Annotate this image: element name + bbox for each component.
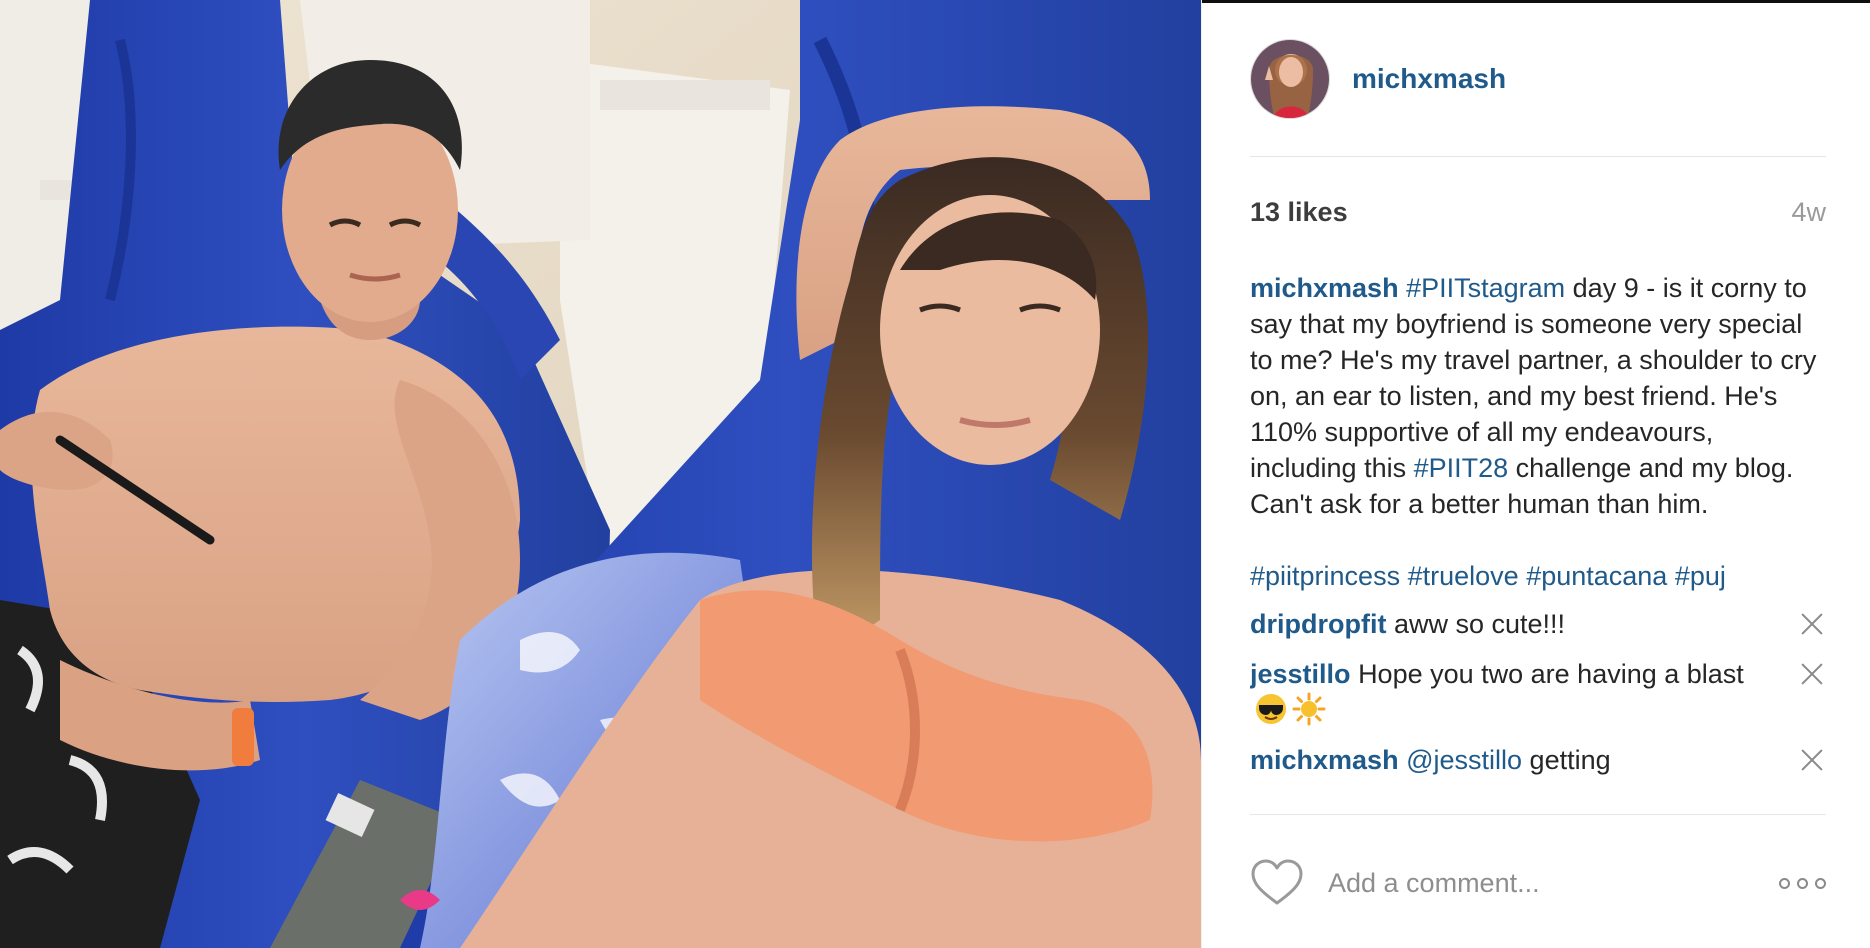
hashtag-link[interactable]: #piitprincess <box>1250 561 1400 591</box>
post-author-username[interactable]: michxmash <box>1352 63 1506 95</box>
close-icon[interactable] <box>1798 746 1826 774</box>
avatar-image <box>1251 40 1329 118</box>
comment-item: michxmash @jesstillo getting <box>1250 742 1826 778</box>
heart-icon[interactable] <box>1250 858 1304 908</box>
caption-hashtag[interactable]: #PIITstagram <box>1406 273 1565 303</box>
sun-emoji <box>1292 692 1326 726</box>
likes-row: 13 likes 4w <box>1250 197 1826 228</box>
post-details-panel: michxmash 13 likes 4w michxmash #PIITsta… <box>1201 0 1870 948</box>
sunglasses-face-emoji <box>1256 694 1286 724</box>
hashtag-link[interactable]: #truelove <box>1408 561 1519 591</box>
wristband <box>232 708 254 766</box>
likes-count[interactable]: 13 likes <box>1250 197 1348 228</box>
caption-text: day 9 - is it corny to say that my boyfr… <box>1250 273 1817 483</box>
hashtag-link[interactable]: #puj <box>1675 561 1726 591</box>
comment-text: getting <box>1529 745 1611 775</box>
more-dot <box>1815 877 1826 889</box>
more-dot <box>1779 877 1790 889</box>
more-dot <box>1797 877 1808 889</box>
more-options-icon[interactable] <box>1779 872 1826 895</box>
add-comment-input[interactable] <box>1328 861 1748 905</box>
comment-text: aww so cute!!! <box>1393 609 1566 639</box>
beach-selfie-image <box>0 0 1201 948</box>
caption-tags: #piitprincess #truelove #puntacana #puj <box>1250 558 1820 594</box>
post-photo[interactable] <box>0 0 1201 948</box>
comments-divider <box>1250 814 1826 815</box>
hashtag-link[interactable]: #puntacana <box>1526 561 1667 591</box>
add-comment-row <box>1250 855 1826 911</box>
avatar[interactable] <box>1250 39 1330 119</box>
comments-list[interactable]: michxmash #PIITstagram day 9 - is it cor… <box>1250 270 1826 815</box>
close-icon[interactable] <box>1798 660 1826 688</box>
comment-text: Hope you two are having a blast <box>1358 659 1744 689</box>
comment-username[interactable]: jesstillo <box>1250 659 1351 689</box>
comment-mention[interactable]: @jesstillo <box>1406 745 1522 775</box>
comment-item: jesstillo Hope you two are having a blas… <box>1250 656 1826 728</box>
comment-username[interactable]: michxmash <box>1250 745 1399 775</box>
post-header: michxmash <box>1250 38 1506 120</box>
comment-username[interactable]: dripdropfit <box>1250 609 1386 639</box>
post-caption: michxmash #PIITstagram day 9 - is it cor… <box>1250 270 1820 594</box>
close-icon[interactable] <box>1798 610 1826 638</box>
caption-username[interactable]: michxmash <box>1250 273 1399 303</box>
header-divider <box>1250 156 1826 157</box>
caption-hashtag[interactable]: #PIIT28 <box>1414 453 1509 483</box>
top-border <box>1202 0 1870 3</box>
post-time-ago[interactable]: 4w <box>1791 197 1826 228</box>
comment-item: dripdropfit aww so cute!!! <box>1250 606 1826 642</box>
